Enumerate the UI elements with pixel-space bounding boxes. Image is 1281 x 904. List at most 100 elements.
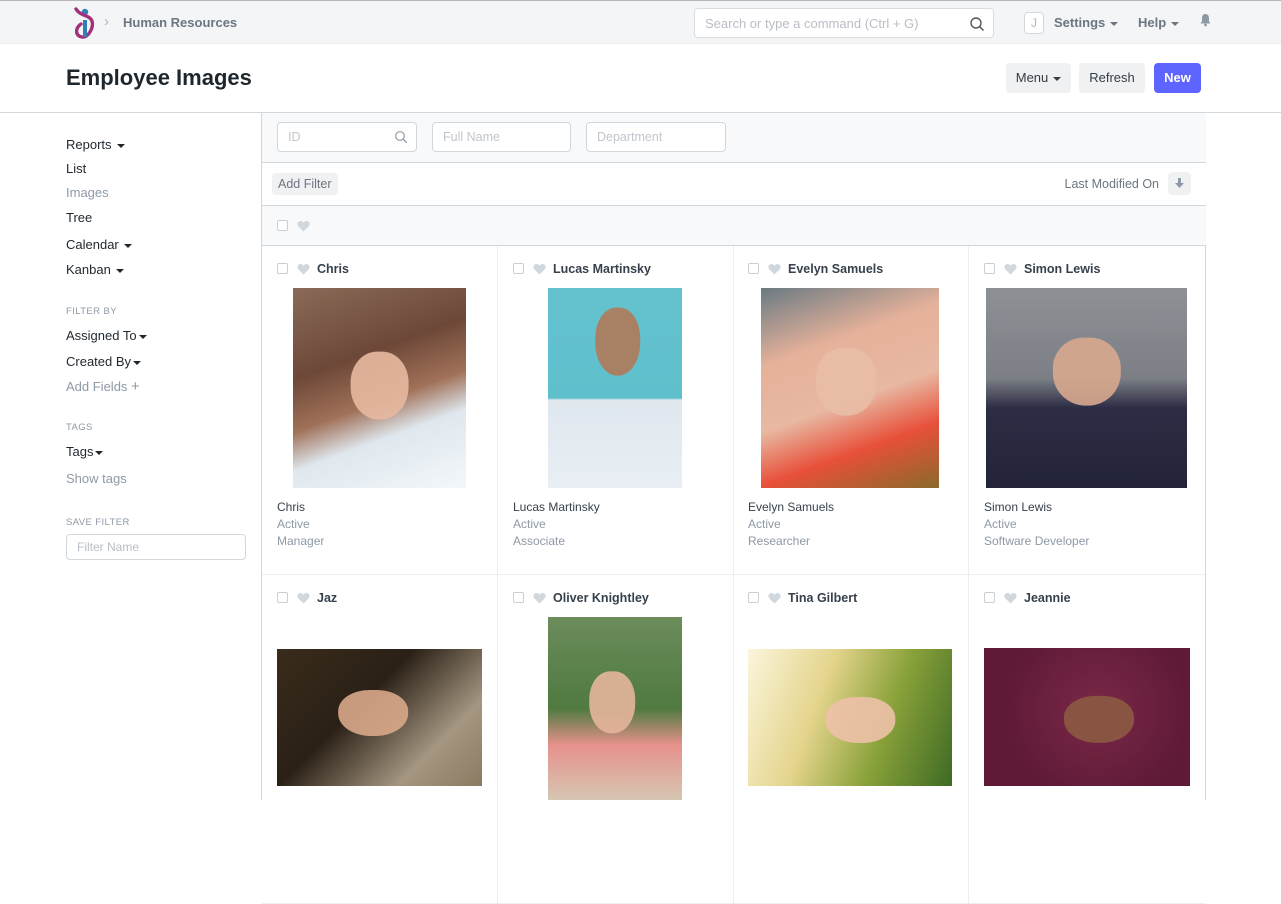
breadcrumb-human-resources[interactable]: Human Resources [123,15,237,30]
card-checkbox[interactable] [277,592,288,603]
like-heart-icon[interactable] [1004,592,1017,604]
full-name-filter-input[interactable]: Full Name [432,122,571,152]
like-heart-icon[interactable] [533,592,546,604]
card-field-designation: Software Developer [984,534,1090,548]
like-heart-icon[interactable] [768,263,781,275]
tags-heading: TAGS [66,422,93,433]
employee-photo[interactable] [984,648,1190,786]
arrow-down-icon [1175,178,1184,188]
image-card[interactable]: Chris Chris Active Manager [262,246,498,575]
employee-photo[interactable] [548,617,682,800]
employee-photo[interactable] [293,288,466,488]
sidebar-item-reports[interactable]: Reports [66,137,125,152]
help-dropdown[interactable]: Help [1138,15,1180,30]
card-checkbox[interactable] [984,263,995,274]
card-title[interactable]: Simon Lewis [1024,262,1100,276]
sort-order-button[interactable] [1168,172,1191,195]
card-field-designation: Researcher [748,534,811,548]
card-checkbox[interactable] [984,592,995,603]
save-filter-heading: SAVE FILTER [66,517,130,528]
menu-button[interactable]: Menu [1006,63,1071,93]
like-heart-icon[interactable] [768,592,781,604]
image-card[interactable]: Jaz [262,575,498,904]
card-field-name: Lucas Martinsky [513,500,600,514]
photo-face-shape [594,307,641,376]
show-tags-link[interactable]: Show tags [66,471,127,486]
select-all-checkbox[interactable] [277,220,288,231]
user-avatar[interactable]: J [1024,12,1044,34]
global-search-input[interactable]: Search or type a command (Ctrl + G) [694,8,994,38]
notification-bell-icon[interactable] [1199,13,1212,27]
card-title[interactable]: Chris [317,262,349,276]
refresh-button[interactable]: Refresh [1079,63,1145,93]
new-button[interactable]: New [1154,63,1201,93]
menu-label: Menu [1015,70,1049,85]
card-title[interactable]: Jaz [317,591,337,605]
page-header: Employee Images Menu Refresh New [0,44,1281,113]
caret-down-icon [1053,76,1062,81]
image-card[interactable]: Lucas Martinsky Lucas Martinsky Active Asso… [498,246,734,575]
like-heart-icon[interactable] [297,592,310,604]
card-field-status: Active [513,517,546,531]
card-checkbox[interactable] [513,263,524,274]
sidebar-item-images[interactable]: Images [66,185,109,200]
photo-face-shape [338,689,409,737]
search-placeholder: Search or type a command (Ctrl + G) [705,16,919,31]
help-label: Help [1138,15,1167,30]
plus-icon: + [131,378,140,395]
department-filter-input[interactable]: Department [586,122,726,152]
card-checkbox[interactable] [748,263,759,274]
sort-by-selector[interactable]: Last Modified On [1065,177,1160,191]
employee-photo[interactable] [761,288,939,488]
like-heart-icon[interactable] [1004,263,1017,275]
card-checkbox[interactable] [277,263,288,274]
select-all-bar [262,206,1206,246]
image-card[interactable]: Tina Gilbert [733,575,969,904]
employee-photo[interactable] [548,288,682,488]
card-title[interactable]: Tina Gilbert [788,591,857,605]
created-by-dropdown[interactable]: Created By [66,354,142,369]
settings-dropdown[interactable]: Settings [1054,15,1119,30]
caret-down-icon [95,450,104,455]
image-card[interactable]: Evelyn Samuels Evelyn Samuels Active Resear… [733,246,969,575]
sidebar-item-kanban[interactable]: Kanban [66,262,124,277]
caret-down-icon [116,143,125,148]
employee-photo[interactable] [277,649,482,786]
add-fields-button[interactable]: Add Fields + [66,378,140,395]
photo-face-shape [589,671,636,734]
photo-face-shape [1064,696,1135,743]
app-logo-icon[interactable] [72,6,96,40]
card-checkbox[interactable] [513,592,524,603]
card-title[interactable]: Lucas Martinsky [553,262,651,276]
card-title[interactable]: Evelyn Samuels [788,262,883,276]
caret-down-icon [133,360,142,365]
image-card[interactable]: Jeannie [969,575,1205,904]
add-filter-button[interactable]: Add Filter [272,173,338,195]
filter-name-input[interactable]: Filter Name [66,534,246,560]
id-placeholder: ID [288,130,301,144]
card-checkbox[interactable] [748,592,759,603]
image-card[interactable]: Oliver Knightley [498,575,734,904]
card-field-designation: Manager [277,534,325,548]
liked-filter-heart-icon[interactable] [297,220,310,232]
sidebar-item-calendar[interactable]: Calendar [66,237,132,252]
card-title[interactable]: Jeannie [1024,591,1071,605]
employee-photo[interactable] [986,288,1187,488]
card-field-name: Chris [277,500,306,514]
sidebar-item-tree[interactable]: Tree [66,210,92,225]
created-by-label: Created By [66,354,132,369]
sidebar-item-label: Kanban [66,262,111,277]
like-heart-icon[interactable] [297,263,310,275]
assigned-to-dropdown[interactable]: Assigned To [66,328,147,343]
settings-label: Settings [1054,15,1106,30]
image-card[interactable]: Simon Lewis Simon Lewis Active Software Dev… [969,246,1205,575]
filter-by-heading: FILTER BY [66,306,117,317]
like-heart-icon[interactable] [533,263,546,275]
card-title[interactable]: Oliver Knightley [553,591,649,605]
caret-down-icon [123,243,132,248]
tags-label: Tags [66,444,94,459]
sidebar-item-list[interactable]: List [66,161,86,176]
employee-photo[interactable] [748,649,952,786]
id-filter-input[interactable]: ID [277,122,417,152]
tags-dropdown[interactable]: Tags [66,444,104,459]
